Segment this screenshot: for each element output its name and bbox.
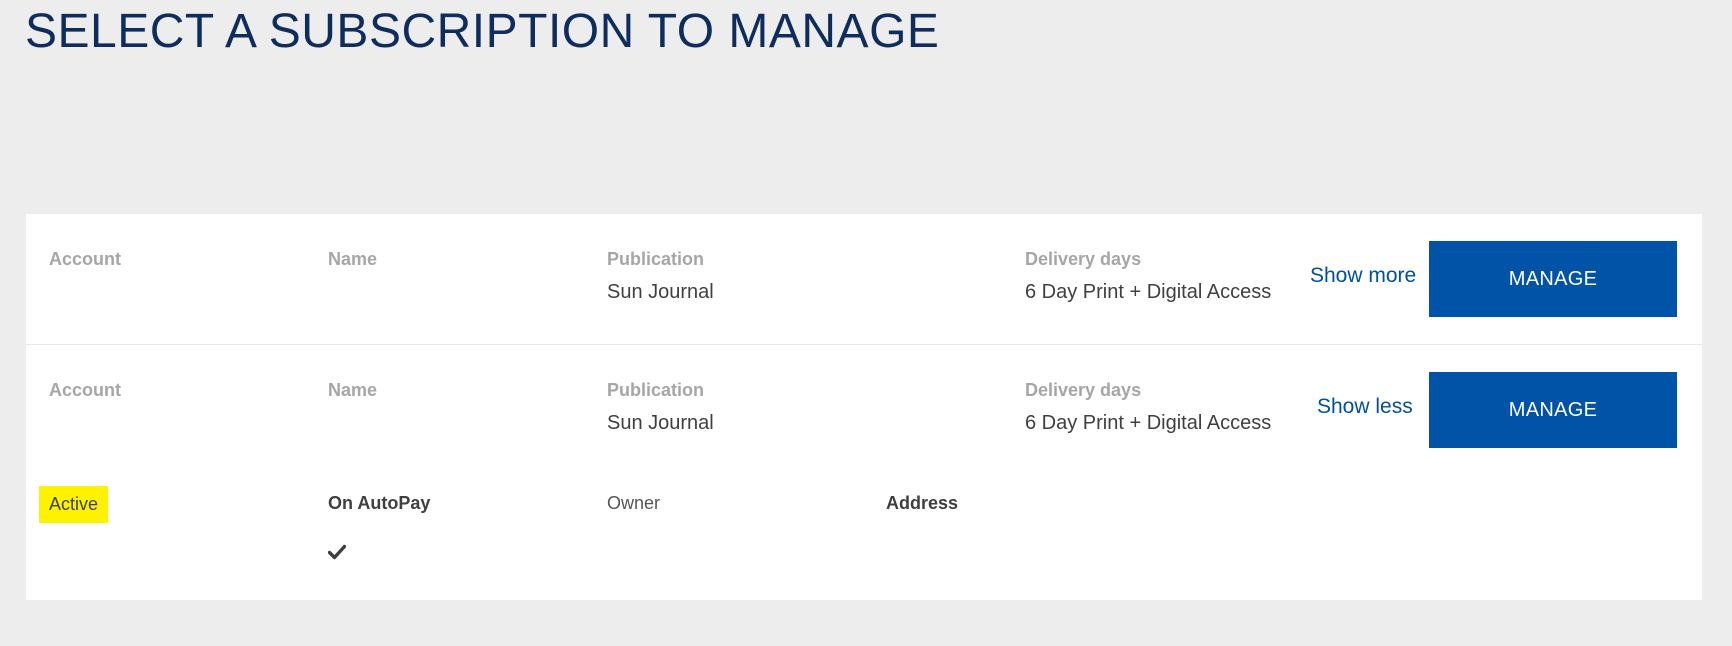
status-badge: Active: [39, 486, 109, 523]
delivery-days-value: 6 Day Print + Digital Access: [1025, 281, 1272, 303]
delivery-days-column: Delivery days 6 Day Print + Digital Acce…: [1025, 248, 1271, 304]
show-less-link[interactable]: Show less: [1317, 395, 1413, 419]
name-column: Name: [328, 379, 377, 411]
name-label: Name: [328, 249, 378, 269]
account-column: Account: [49, 248, 121, 280]
delivery-days-value: 6 Day Print + Digital Access: [1025, 412, 1272, 434]
account-column: Account: [49, 379, 121, 411]
delivery-days-label: Delivery days: [1025, 249, 1142, 269]
account-label: Account: [49, 380, 121, 400]
page-title: SELECT A SUBSCRIPTION TO MANAGE: [25, 5, 940, 58]
manage-button[interactable]: MANAGE: [1429, 372, 1677, 448]
name-column: Name: [328, 248, 377, 280]
manage-button[interactable]: MANAGE: [1429, 241, 1677, 317]
publication-label: Publication: [607, 380, 705, 400]
owner-label: Owner: [607, 493, 661, 513]
address-label: Address: [886, 493, 959, 513]
publication-label: Publication: [607, 249, 705, 269]
show-more-link[interactable]: Show more: [1310, 264, 1416, 288]
publication-value: Sun Journal: [607, 412, 714, 434]
subscription-list: Account Name Publication Sun Journal Del…: [26, 214, 1702, 600]
check-icon: [328, 544, 346, 560]
subscription-row: Account Name Publication Sun Journal Del…: [26, 214, 1702, 345]
delivery-days-column: Delivery days 6 Day Print + Digital Acce…: [1025, 379, 1271, 435]
account-label: Account: [49, 249, 121, 269]
publication-column: Publication Sun Journal: [607, 248, 714, 304]
publication-column: Publication Sun Journal: [607, 379, 714, 435]
name-label: Name: [328, 380, 378, 400]
delivery-days-label: Delivery days: [1025, 380, 1142, 400]
subscription-row: Account Name Publication Sun Journal Del…: [26, 345, 1702, 600]
autopay-label: On AutoPay: [328, 493, 431, 513]
publication-value: Sun Journal: [607, 281, 714, 303]
